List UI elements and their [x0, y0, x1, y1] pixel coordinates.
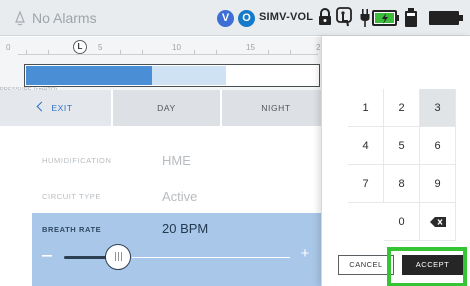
ruler-tick [142, 50, 143, 55]
pressure-bar-fill [26, 66, 152, 85]
numeric-keypad: 1 2 3 4 5 6 7 8 9 0 CANCEL ACCEPT [321, 36, 470, 286]
key-7[interactable]: 7 [348, 165, 384, 203]
tab-night[interactable]: NIGHT [222, 90, 330, 126]
backspace-icon [429, 217, 446, 227]
key-0[interactable]: 0 [384, 203, 420, 241]
lock-icon[interactable] [318, 8, 332, 31]
mode-indicator-o: O [238, 10, 255, 27]
breath-rate-setting[interactable]: BREATH RATE 20 BPM + [32, 213, 324, 286]
pressure-ruler [18, 54, 318, 55]
pressure-bar [24, 64, 320, 87]
ruler-tick [268, 50, 269, 55]
key-2[interactable]: 2 [384, 89, 420, 127]
exit-label: EXIT [51, 103, 73, 113]
mode-indicator-v: V [217, 10, 234, 27]
alarm-status-text[interactable]: No Alarms [32, 10, 97, 26]
key-3[interactable]: 3 [420, 89, 456, 127]
touch-lock-icon[interactable] [336, 7, 354, 32]
key-5[interactable]: 5 [384, 127, 420, 165]
key-1[interactable]: 1 [348, 89, 384, 127]
ruler-tick [26, 50, 27, 55]
humidification-value: HME [162, 153, 191, 168]
backspace-button[interactable] [420, 203, 456, 241]
tick-label: 0 [6, 43, 11, 52]
ruler-tick [290, 50, 291, 55]
ruler-tick [48, 50, 49, 55]
accept-button[interactable]: ACCEPT [402, 255, 463, 275]
decrement-button[interactable] [40, 249, 54, 263]
tick-label: 2 [316, 43, 321, 52]
status-bar: No Alarms V O SIMV-VOL [0, 0, 470, 36]
key-8[interactable]: 8 [384, 165, 420, 203]
key-4[interactable]: 4 [348, 127, 384, 165]
key-6[interactable]: 6 [420, 127, 456, 165]
ruler-tick [120, 50, 121, 55]
battery-icon [428, 10, 470, 31]
ruler-tick [216, 50, 217, 55]
battery-charging-icon [372, 10, 400, 31]
slider-track[interactable] [132, 257, 290, 258]
circuit-type-value: Active [162, 189, 198, 204]
tab-row: EXIT DAY NIGHT [0, 90, 330, 126]
battery-icon [404, 8, 418, 33]
ruler-tick [194, 50, 195, 55]
breath-rate-value: 20 BPM [162, 221, 209, 236]
pressure-limit-marker[interactable]: L [73, 40, 87, 54]
ventilation-mode[interactable]: SIMV-VOL [259, 11, 313, 23]
tick-label: 5 [98, 43, 103, 52]
humidification-label: HUMIDIFICATION [42, 156, 112, 165]
chevron-left-icon [36, 101, 47, 112]
pressure-bar-area: 0 5 10 15 2 L PRESSURE (cmH2O) [0, 37, 330, 93]
slider-handle[interactable] [105, 244, 131, 270]
cancel-button[interactable]: CANCEL [338, 255, 394, 275]
exit-button[interactable]: EXIT [0, 90, 112, 126]
tab-day[interactable]: DAY [113, 90, 221, 126]
circuit-type-label: CIRCUIT TYPE [42, 192, 102, 201]
tick-label: 10 [172, 43, 181, 52]
pressure-bar-peak-fill [152, 66, 226, 85]
increment-button[interactable]: + [298, 246, 312, 261]
bell-icon[interactable] [12, 10, 28, 26]
tick-label: 15 [246, 43, 255, 52]
plug-icon [360, 8, 370, 33]
key-9[interactable]: 9 [420, 165, 456, 203]
breath-rate-label: BREATH RATE [42, 225, 102, 234]
